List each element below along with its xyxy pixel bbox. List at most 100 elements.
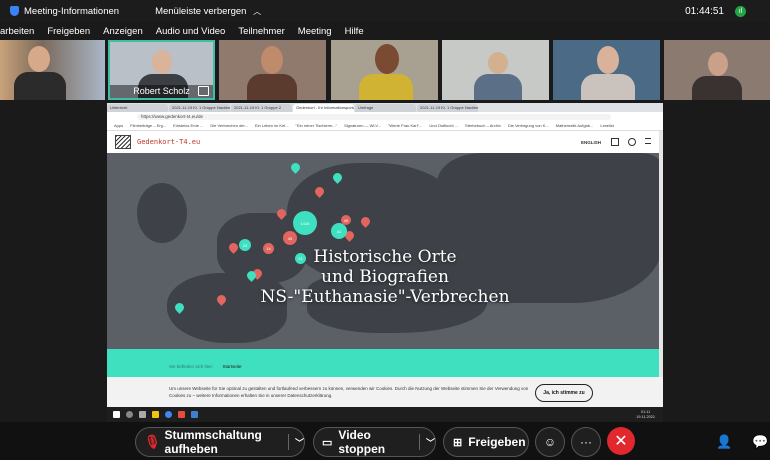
bookmark[interactable]: "Ein reiner Tischlerer...": [296, 123, 338, 128]
address-bar: https://www.gedenkort-t4.eu/de: [107, 112, 663, 121]
share-button[interactable]: ⊞ Freigeben: [443, 427, 529, 457]
participant-video[interactable]: [553, 40, 660, 100]
signal-icon: ıl: [735, 5, 746, 17]
bookmarks-bar: Apps Filmbeiträge – Erg... Einsteins Erd…: [107, 121, 663, 131]
microphone-muted-icon: 🎙: [144, 434, 161, 449]
app-icon[interactable]: [178, 411, 185, 418]
browser-icon[interactable]: [165, 411, 172, 418]
menu-share[interactable]: Freigeben: [47, 26, 90, 37]
divider: [419, 434, 420, 450]
browser-tab[interactable]: 2021-11-19 Kl. 1 Gruppe 2: [231, 104, 292, 112]
unmute-label: Stummschaltung aufheben: [164, 428, 262, 456]
bookmark[interactable]: Die Verfolgung von K...: [508, 123, 549, 128]
cookie-accept-button[interactable]: Ja, ich stimme zu: [535, 384, 593, 402]
menu-meeting[interactable]: Meeting: [298, 26, 332, 37]
menu-icon[interactable]: [645, 138, 651, 144]
search-icon[interactable]: [126, 411, 133, 418]
folder-icon[interactable]: [152, 411, 159, 418]
windows-start-icon[interactable]: [113, 411, 120, 418]
chevron-down-icon[interactable]: ﹀: [426, 436, 435, 449]
accent-band: [107, 349, 663, 377]
task-view-icon[interactable]: [139, 411, 146, 418]
search-icon[interactable]: [628, 138, 636, 146]
menu-help[interactable]: Hilfe: [345, 26, 364, 37]
menu-audio-video[interactable]: Audio und Video: [156, 26, 226, 37]
site-logo-text[interactable]: Gedenkort-T4.eu: [137, 138, 200, 146]
browser-tab-active[interactable]: Gedenkort - Ihr Informationsportal: [293, 104, 354, 112]
shared-screen: Unterricht 2021-11-19 Kl. 1 Gruppe Nachb…: [107, 103, 663, 422]
windows-taskbar: 01:11 19.11.2021: [107, 407, 663, 422]
meeting-info-label: Meeting-Informationen: [24, 5, 120, 17]
participant-video[interactable]: [664, 40, 770, 100]
map-cluster[interactable]: 45: [283, 231, 297, 245]
browser-tab[interactable]: Unterricht: [107, 104, 168, 112]
breadcrumb-label: Sie befinden sich hier:: [169, 364, 214, 369]
browser-tab[interactable]: 2021-11-19 Kl. 1 Gruppe Nachbereitung: [169, 104, 230, 112]
word-icon[interactable]: [191, 411, 198, 418]
meeting-timer: 01:44:51: [685, 5, 724, 17]
site-title-line: Historische Orte: [313, 247, 457, 267]
bookmark[interactable]: Filmbeiträge – Erg...: [130, 123, 166, 128]
participants-icon[interactable]: 👤: [716, 434, 732, 450]
hide-menu-button[interactable]: Menüleiste verbergen ︿: [155, 6, 261, 17]
reactions-icon[interactable]: ☺: [535, 427, 565, 457]
bookmark[interactable]: Apps: [114, 123, 123, 128]
europe-map[interactable]: 1415 41 45 40 23 14 21 Historische Orte …: [107, 153, 663, 349]
bookmark[interactable]: Leselist: [600, 123, 614, 128]
chat-icon[interactable]: 💬: [752, 434, 768, 450]
browser-tab[interactable]: 2021-11-19 Kl. 1 Gruppe Nachbereitung: [417, 104, 478, 112]
active-speaker-video[interactable]: Robert Scholz: [108, 40, 215, 100]
site-logo-icon[interactable]: [115, 135, 131, 149]
unmute-button[interactable]: 🎙 Stummschaltung aufheben ﹀: [135, 427, 305, 457]
participant-video[interactable]: [219, 40, 326, 100]
leave-meeting-icon[interactable]: ✕: [607, 427, 635, 455]
bookmark[interactable]: "Werte Frau Karl"...: [388, 123, 422, 128]
url-field[interactable]: https://www.gedenkort-t4.eu/de: [137, 113, 611, 120]
hide-menu-label: Menüleiste verbergen: [155, 5, 247, 17]
taskbar-clock: 01:11 19.11.2021: [636, 410, 655, 420]
share-screen-icon: ⊞: [453, 436, 463, 449]
participant-strip: Robert Scholz: [0, 40, 770, 102]
bookmark[interactable]: Ein Leben im Kel...: [255, 123, 289, 128]
breadcrumb-home-link[interactable]: Startseite: [223, 364, 242, 369]
bookmark[interactable]: Die Verbrechen der...: [210, 123, 248, 128]
camera-icon: ▭: [322, 436, 333, 449]
site-title-line: und Biografien: [321, 267, 449, 287]
participant-video[interactable]: [442, 40, 549, 100]
chevron-up-icon: ︿: [253, 6, 262, 16]
bookmark[interactable]: Und Ostflucht ...: [429, 123, 458, 128]
map-marker[interactable]: [289, 161, 302, 174]
cookie-banner: Um unsere Webseite für Sie optimal zu ge…: [107, 377, 663, 407]
chevron-down-icon[interactable]: ﹀: [295, 436, 304, 449]
browser-tab[interactable]: Umfrage: [355, 104, 416, 112]
meeting-info-button[interactable]: Meeting-Informationen: [10, 6, 119, 17]
site-title-line: NS-"Euthanasie"-Verbrechen: [260, 287, 510, 307]
language-link[interactable]: ENGLISH: [581, 140, 601, 145]
bookmark[interactable]: Einsteins Erde ...: [173, 123, 203, 128]
participant-video[interactable]: [331, 40, 438, 100]
browser-tabs: Unterricht 2021-11-19 Kl. 1 Gruppe Nachb…: [107, 103, 663, 112]
menu-edit[interactable]: arbeiten: [0, 26, 34, 37]
divider: [288, 434, 289, 450]
menu-bar: arbeiten Freigeben Anzeigen Audio und Vi…: [0, 22, 770, 40]
stop-video-button[interactable]: ▭ Video stoppen ﹀: [313, 427, 436, 457]
more-options-icon[interactable]: ···: [571, 427, 601, 457]
page-scrollbar[interactable]: [659, 131, 663, 377]
menu-view[interactable]: Anzeigen: [103, 26, 143, 37]
map-cluster[interactable]: 40: [341, 215, 351, 225]
map-cluster[interactable]: 41: [331, 223, 347, 239]
breadcrumb: Sie befinden sich hier: Startseite: [169, 364, 242, 369]
participant-video[interactable]: [0, 40, 105, 100]
site-header: Gedenkort-T4.eu ENGLISH: [107, 131, 663, 153]
share-label: Freigeben: [468, 435, 526, 449]
accessibility-icon[interactable]: [611, 138, 619, 146]
bookmark[interactable]: Sterbebuch – Archiv: [465, 123, 501, 128]
map-cluster[interactable]: 1415: [293, 211, 317, 235]
bookmark[interactable]: Signaturen — WLV...: [344, 123, 381, 128]
pop-out-icon[interactable]: [198, 86, 209, 96]
menu-participants[interactable]: Teilnehmer: [238, 26, 284, 37]
meeting-topbar: Meeting-Informationen Menüleiste verberg…: [0, 0, 770, 22]
bookmark[interactable]: Mathematik Aufgab...: [556, 123, 594, 128]
stop-video-label: Video stoppen: [338, 428, 386, 456]
cookie-text: Um unsere Webseite für Sie optimal zu ge…: [169, 386, 529, 398]
